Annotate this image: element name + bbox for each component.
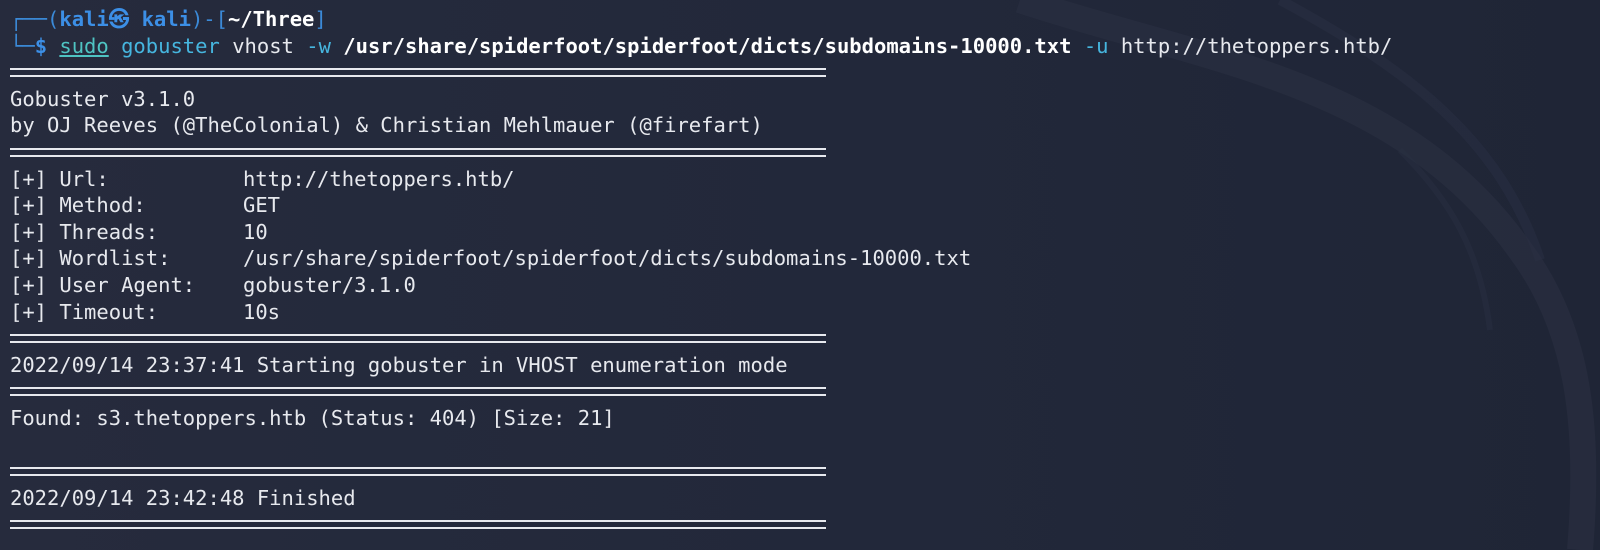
config-row: [+] User Agent: gobuster/3.1.0 xyxy=(10,272,1600,299)
prompt-frame-end: ] xyxy=(314,7,327,31)
terminal-output: ┌──(kali㉿ kali)-[~/Three] └─$ sudo gobus… xyxy=(0,0,1600,538)
banner-title: Gobuster v3.1.0 xyxy=(10,86,196,111)
prompt-directory: ~/Three xyxy=(228,7,315,31)
separator xyxy=(10,325,1600,352)
terminal-window[interactable]: ┌──(kali㉿ kali)-[~/Three] └─$ sudo gobus… xyxy=(0,0,1600,550)
config-row: [+] Url: http://thetoppers.htb/ xyxy=(10,166,1600,193)
prompt-frame-bottom: └─ xyxy=(10,33,35,58)
config-row: [+] Wordlist: /usr/share/spiderfoot/spide… xyxy=(10,245,1600,272)
config-label: [+] User Agent: xyxy=(10,272,196,297)
separator xyxy=(10,378,1600,405)
start-message: 2022/09/14 23:37:41 Starting gobuster in… xyxy=(10,352,788,377)
prompt-frame-mid: )-[ xyxy=(190,7,228,31)
config-row: [+] Timeout: 10s xyxy=(10,299,1600,326)
command-line[interactable]: └─$ sudo gobuster vhost -w /usr/share/sp… xyxy=(10,33,1600,60)
config-row: [+] Threads: 10 xyxy=(10,219,1600,246)
config-value: gobuster/3.1.0 xyxy=(243,272,416,297)
banner-authors: by OJ Reeves (@TheColonial) & Christian … xyxy=(10,113,763,138)
command-wordlist-path: /usr/share/spiderfoot/spiderfoot/dicts/s… xyxy=(343,33,1072,58)
config-label: [+] Method: xyxy=(10,193,146,218)
separator xyxy=(10,139,1600,166)
command-url-flag: -u xyxy=(1083,33,1109,58)
command-wordlist-flag: -w xyxy=(306,33,331,58)
config-value: 10s xyxy=(243,299,281,324)
separator xyxy=(10,59,1600,86)
finish-message: 2022/09/14 23:42:48 Finished xyxy=(10,485,356,510)
command-program: gobuster xyxy=(121,33,220,58)
found-result: Found: s3.thetoppers.htb (Status: 404) [… xyxy=(10,405,615,430)
config-value: GET xyxy=(243,193,281,218)
command-sudo: sudo xyxy=(59,33,109,58)
command-url: http://thetoppers.htb/ xyxy=(1120,33,1393,58)
config-label: [+] Url: xyxy=(10,166,109,191)
config-label: [+] Timeout: xyxy=(10,299,159,324)
separator xyxy=(10,458,1600,485)
prompt-frame: ┌──( xyxy=(10,7,60,31)
config-value: 10 xyxy=(243,219,268,244)
separator xyxy=(10,511,1600,538)
config-label: [+] Threads: xyxy=(10,219,159,244)
prompt-line: ┌──(kali㉿ kali)-[~/Three] xyxy=(10,6,1600,33)
config-label: [+] Wordlist: xyxy=(10,246,171,271)
config-row: [+] Method: GET xyxy=(10,192,1600,219)
prompt-dollar: $ xyxy=(34,33,48,58)
command-mode: vhost xyxy=(232,33,294,58)
prompt-user: kali㉿ kali xyxy=(59,7,191,31)
config-value: /usr/share/spiderfoot/spiderfoot/dicts/s… xyxy=(243,246,972,271)
config-value: http://thetoppers.htb/ xyxy=(243,166,515,191)
